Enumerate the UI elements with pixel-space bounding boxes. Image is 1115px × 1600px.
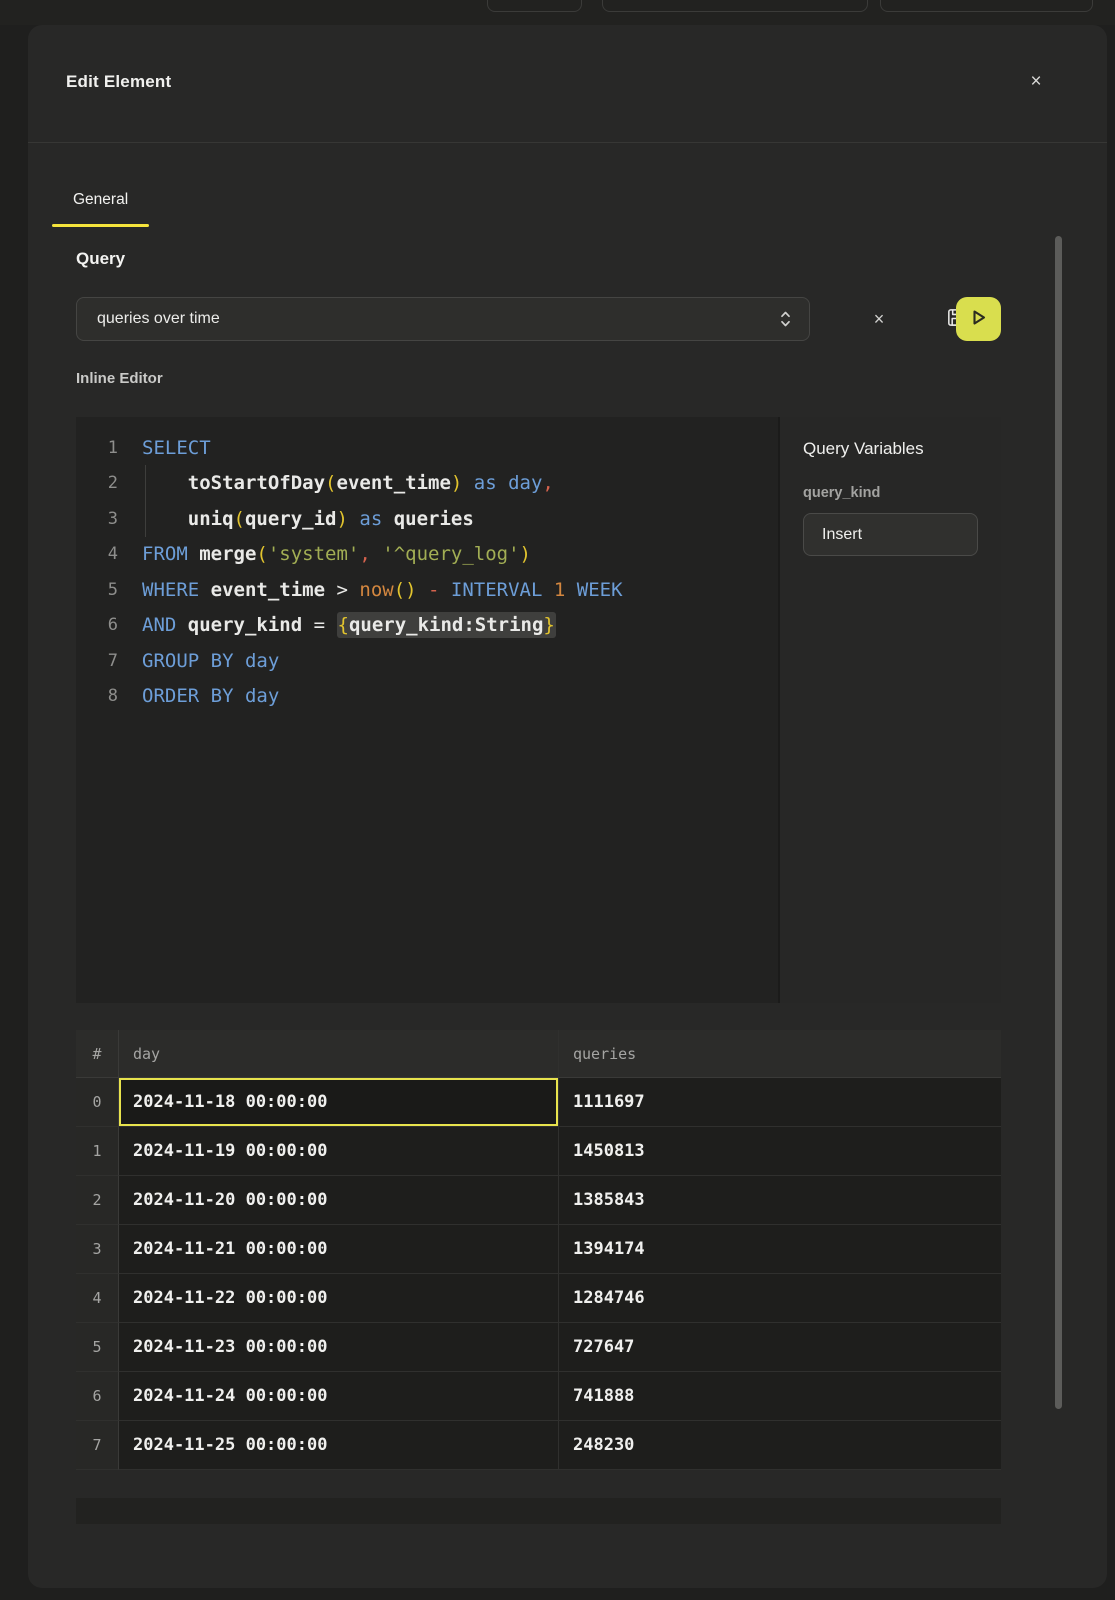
queries-cell[interactable]: 1111697 bbox=[559, 1078, 1001, 1127]
column-header[interactable]: # bbox=[76, 1030, 119, 1078]
day-cell[interactable]: 2024-11-19 00:00:00 bbox=[119, 1127, 559, 1176]
tab-bar: General bbox=[52, 177, 149, 227]
inline-editor: 1SELECT2 toStartOfDay(event_time) as day… bbox=[76, 417, 1001, 1003]
background-button[interactable] bbox=[880, 0, 1093, 12]
table-row: 22024-11-20 00:00:001385843 bbox=[76, 1176, 1001, 1225]
table-row: 52024-11-23 00:00:00727647 bbox=[76, 1323, 1001, 1372]
day-cell[interactable]: 2024-11-23 00:00:00 bbox=[119, 1323, 559, 1372]
close-icon[interactable]: × bbox=[1023, 69, 1049, 95]
day-cell[interactable]: 2024-11-25 00:00:00 bbox=[119, 1421, 559, 1470]
results-table-footer bbox=[76, 1498, 1001, 1524]
queries-cell[interactable]: 1284746 bbox=[559, 1274, 1001, 1323]
query-picker-row: queries over time × bbox=[76, 297, 1001, 341]
row-index-cell: 1 bbox=[76, 1127, 119, 1176]
code-line: 4FROM merge('system', '^query_log') bbox=[76, 537, 778, 573]
chevron-up-down-icon bbox=[778, 309, 793, 329]
query-select-value: queries over time bbox=[97, 310, 778, 328]
table-header-row: #dayqueries bbox=[76, 1030, 1001, 1078]
line-number: 4 bbox=[76, 544, 118, 564]
code-line: 5WHERE event_time > now() - INTERVAL 1 W… bbox=[76, 572, 778, 608]
day-cell[interactable]: 2024-11-20 00:00:00 bbox=[119, 1176, 559, 1225]
row-index-cell: 3 bbox=[76, 1225, 119, 1274]
line-number: 8 bbox=[76, 686, 118, 706]
line-number: 2 bbox=[76, 473, 118, 493]
query-variables-panel: Query Variables query_kind Insert bbox=[778, 417, 1001, 1003]
code-line: 6AND query_kind = {query_kind:String} bbox=[76, 608, 778, 644]
query-param-token: {query_kind:String} bbox=[337, 612, 556, 638]
row-index-cell: 7 bbox=[76, 1421, 119, 1470]
code-line: 7GROUP BY day bbox=[76, 643, 778, 679]
queries-cell[interactable]: 1450813 bbox=[559, 1127, 1001, 1176]
column-header[interactable]: queries bbox=[559, 1030, 1001, 1078]
day-cell-selected[interactable]: 2024-11-18 00:00:00 bbox=[119, 1078, 559, 1127]
screen: Edit Element × General Query queries ove… bbox=[0, 0, 1115, 1600]
table-row: 02024-11-18 00:00:001111697 bbox=[76, 1078, 1001, 1127]
tab-label: General bbox=[73, 191, 128, 208]
queries-cell[interactable]: 248230 bbox=[559, 1421, 1001, 1470]
edit-element-modal: Edit Element × General Query queries ove… bbox=[28, 25, 1107, 1588]
modal-header: Edit Element × bbox=[28, 25, 1107, 143]
day-cell[interactable]: 2024-11-24 00:00:00 bbox=[119, 1372, 559, 1421]
query-variables-heading: Query Variables bbox=[803, 439, 978, 459]
run-query-button[interactable] bbox=[956, 297, 1001, 341]
line-number: 7 bbox=[76, 651, 118, 671]
background-button[interactable] bbox=[602, 0, 868, 12]
line-number: 1 bbox=[76, 438, 118, 458]
results-table: #dayqueries02024-11-18 00:00:00111169712… bbox=[76, 1030, 1001, 1470]
day-cell[interactable]: 2024-11-22 00:00:00 bbox=[119, 1274, 559, 1323]
code-line: 3 uniq(query_id) as queries bbox=[76, 501, 778, 537]
inline-editor-label: Inline Editor bbox=[76, 370, 163, 387]
queries-cell[interactable]: 1385843 bbox=[559, 1176, 1001, 1225]
modal-scrollbar-thumb[interactable] bbox=[1055, 236, 1062, 1409]
table-row: 32024-11-21 00:00:001394174 bbox=[76, 1225, 1001, 1274]
query-select[interactable]: queries over time bbox=[76, 297, 810, 341]
column-header[interactable]: day bbox=[119, 1030, 559, 1078]
query-section-heading: Query bbox=[76, 249, 125, 269]
row-index-cell: 0 bbox=[76, 1078, 119, 1127]
code-line: 8ORDER BY day bbox=[76, 679, 778, 715]
queries-cell[interactable]: 741888 bbox=[559, 1372, 1001, 1421]
queries-cell[interactable]: 1394174 bbox=[559, 1225, 1001, 1274]
table-row: 12024-11-19 00:00:001450813 bbox=[76, 1127, 1001, 1176]
table-row: 72024-11-25 00:00:00248230 bbox=[76, 1421, 1001, 1470]
tab-general[interactable]: General bbox=[52, 177, 149, 227]
background-button[interactable] bbox=[487, 0, 582, 12]
code-line: 1SELECT bbox=[76, 430, 778, 466]
play-icon bbox=[968, 307, 989, 331]
queries-cell[interactable]: 727647 bbox=[559, 1323, 1001, 1372]
row-index-cell: 2 bbox=[76, 1176, 119, 1225]
table-row: 62024-11-24 00:00:00741888 bbox=[76, 1372, 1001, 1421]
table-row: 42024-11-22 00:00:001284746 bbox=[76, 1274, 1001, 1323]
clear-query-button[interactable]: × bbox=[857, 297, 901, 341]
background-toolbar bbox=[0, 0, 1115, 25]
day-cell[interactable]: 2024-11-21 00:00:00 bbox=[119, 1225, 559, 1274]
row-index-cell: 4 bbox=[76, 1274, 119, 1323]
row-index-cell: 5 bbox=[76, 1323, 119, 1372]
sql-editor[interactable]: 1SELECT2 toStartOfDay(event_time) as day… bbox=[76, 417, 778, 1003]
line-number: 6 bbox=[76, 615, 118, 635]
line-number: 3 bbox=[76, 509, 118, 529]
code-line: 2 toStartOfDay(event_time) as day, bbox=[76, 466, 778, 502]
row-index-cell: 6 bbox=[76, 1372, 119, 1421]
line-number: 5 bbox=[76, 580, 118, 600]
variable-name: query_kind bbox=[803, 485, 978, 501]
insert-variable-button[interactable]: Insert bbox=[803, 513, 978, 556]
modal-title: Edit Element bbox=[66, 72, 171, 92]
